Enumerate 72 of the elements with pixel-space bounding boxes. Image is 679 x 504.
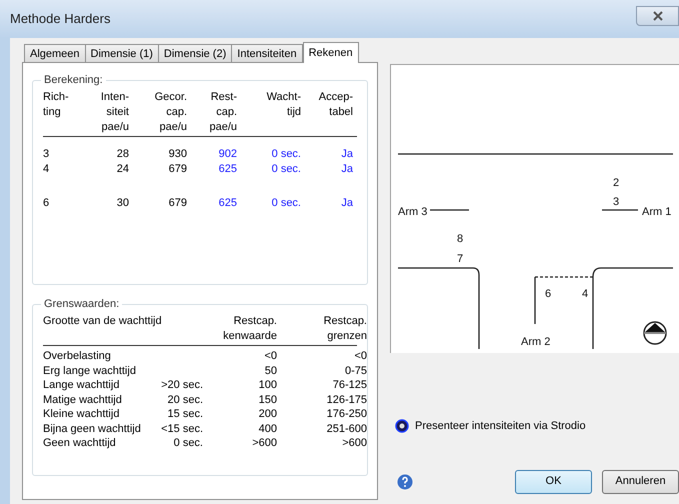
table-cell-text: >600 xyxy=(251,436,277,450)
dialog-button[interactable]: Annuleren xyxy=(602,470,679,494)
column-header: Restcap. kenwaarde xyxy=(222,314,277,344)
table-cell-text: 251-600 xyxy=(326,422,367,436)
window-title: Methode Harders xyxy=(10,10,110,28)
lane-number: 3 xyxy=(613,196,620,208)
table-cell-text: 28 xyxy=(116,147,129,162)
table-cell-text: 930 xyxy=(168,147,187,162)
table-cell-text: 0 sec. xyxy=(270,162,301,177)
table-cell-text: 126-175 xyxy=(326,392,367,407)
column-header: Restcap. grenzen xyxy=(322,314,367,344)
column-header: Rest- cap. pae/u xyxy=(208,90,237,135)
table-cell-text: 0 sec. xyxy=(270,196,301,211)
table-cell-text: 4 xyxy=(43,162,50,177)
table-cell-text: 20 sec. xyxy=(166,392,203,407)
group-title: Berekening: xyxy=(41,73,106,88)
table-cell-text: Ja xyxy=(340,196,353,211)
table-cell-text: >20 sec. xyxy=(160,378,203,392)
table-cell-text: 200 xyxy=(258,407,277,422)
table-cell-text: 3 xyxy=(43,147,50,162)
arm-label: Arm 2 xyxy=(521,336,550,348)
arm-label: Arm 1 xyxy=(642,206,672,218)
table-cell-text: 176-250 xyxy=(326,407,367,422)
column-header: Accep- tabel xyxy=(318,90,353,120)
strodio-link[interactable]: Presenteer intensiteiten via Strodio xyxy=(415,418,586,434)
column-header: Inten- siteit pae/u xyxy=(100,90,129,135)
table-cell-text: 679 xyxy=(168,162,187,177)
dialog-button[interactable]: OK xyxy=(515,470,592,494)
tab[interactable]: Dimensie (2) xyxy=(158,44,232,62)
table-cell-text: Geen wachttijd xyxy=(43,436,117,450)
table-cell-text: 625 xyxy=(218,196,237,211)
lane-number: 2 xyxy=(613,177,620,189)
table-cell-text: 50 xyxy=(264,364,277,378)
table-cell-text: Overbelasting xyxy=(43,349,112,364)
column-header: Rich- ting xyxy=(43,90,70,120)
table-cell-text: Bijna geen wachttijd xyxy=(43,422,142,436)
table-cell-text: Lange wachttijd xyxy=(43,378,120,392)
tab[interactable]: Algemeen xyxy=(24,44,86,62)
table-cell-text: <15 sec. xyxy=(160,422,203,436)
table-cell-text: 24 xyxy=(116,162,129,177)
table-cell-text: 679 xyxy=(168,196,187,211)
table-cell-text: 0-75 xyxy=(344,364,367,378)
table-cell-text: 150 xyxy=(258,392,277,407)
lane-number: 8 xyxy=(457,233,464,245)
lane-number: 4 xyxy=(582,288,588,300)
table-cell-text: 902 xyxy=(218,147,237,162)
table-cell-text: Ja xyxy=(340,162,353,177)
column-header: Grootte van de wachttijd xyxy=(43,314,163,329)
tab[interactable]: Dimensie (1) xyxy=(84,44,159,62)
tab[interactable]: Rekenen xyxy=(302,42,359,63)
table-cell-text: <0 xyxy=(263,349,277,364)
table-cell-text: <0 xyxy=(353,349,367,364)
arm-label: Arm 3 xyxy=(398,206,428,218)
table-cell-text: 6 xyxy=(43,196,50,211)
table-cell-text: Matige wachttijd xyxy=(43,392,123,407)
column-header: Wacht- tijd xyxy=(266,90,301,120)
table-cell-text: >600 xyxy=(341,436,367,450)
table-cell-text: 0 sec. xyxy=(270,147,301,162)
lane-number: 7 xyxy=(457,253,464,265)
table-cell-text: 76-125 xyxy=(332,378,367,392)
table-cell-text: 625 xyxy=(218,162,237,177)
lane-number: 6 xyxy=(545,288,552,300)
table-cell-text: 400 xyxy=(258,422,277,436)
table-cell-text: Erg lange wachttijd xyxy=(43,364,137,378)
table-cell-text: 100 xyxy=(258,378,277,392)
column-header: Gecor. cap. pae/u xyxy=(154,90,187,135)
table-cell-text: Kleine wachttijd xyxy=(43,407,120,422)
table-cell-text: 0 sec. xyxy=(172,436,203,450)
table-cell-text: 30 xyxy=(116,196,129,211)
table-cell-text: Ja xyxy=(340,147,353,162)
table-cell-text: 15 sec. xyxy=(166,407,203,422)
tab[interactable]: Intensiteiten xyxy=(231,44,303,62)
